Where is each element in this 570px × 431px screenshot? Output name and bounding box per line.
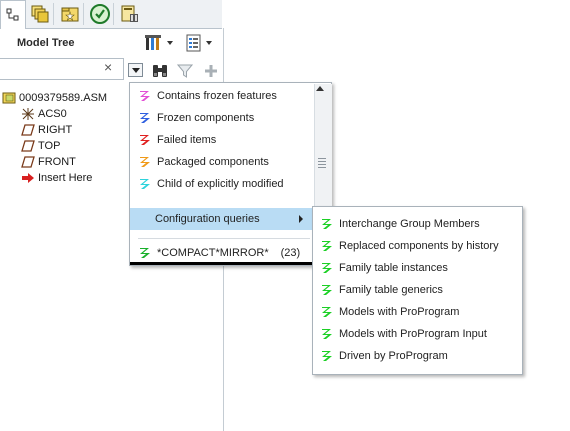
- column-list-icon: [186, 34, 200, 52]
- menu-item-label: Family table generics: [339, 284, 443, 296]
- library-icon: [121, 5, 138, 22]
- menu-item-label: Frozen components: [157, 112, 255, 124]
- binoculars-icon: [153, 65, 167, 77]
- tree-root-node[interactable]: 0009379589.ASM: [2, 90, 107, 106]
- query-filter-icon: [138, 178, 152, 190]
- tree-node-label: 0009379589.ASM: [19, 92, 108, 104]
- menu-item-label: Family table instances: [339, 262, 448, 274]
- tree-columns-button[interactable]: [183, 33, 213, 53]
- find-button[interactable]: [150, 62, 170, 80]
- tree-node-top[interactable]: TOP: [21, 138, 60, 154]
- clear-search-icon[interactable]: ×: [104, 60, 112, 74]
- menu-item-label: *COMPACT*MIRROR*: [157, 247, 269, 259]
- menu-item-label: Driven by ProProgram: [339, 350, 448, 362]
- datum-plane-icon: [21, 139, 35, 153]
- tab-model-tree[interactable]: [0, 0, 26, 29]
- submenu-item-family-table-instances[interactable]: Family table instances: [320, 257, 448, 279]
- menu-item-label: Models with ProProgram Input: [339, 328, 487, 340]
- tree-settings-button[interactable]: [143, 33, 173, 53]
- model-tree-icon: [6, 8, 19, 21]
- menu-item-label: Child of explicitly modified: [157, 178, 284, 190]
- submenu-item-family-table-generics[interactable]: Family table generics: [320, 279, 443, 301]
- menu-item-label: Failed items: [157, 134, 217, 146]
- tools-settings-icon: [144, 35, 161, 50]
- query-filter-icon: [320, 350, 334, 362]
- query-filter-icon: [320, 328, 334, 340]
- tab-favorites[interactable]: [57, 0, 84, 27]
- funnel-icon: [177, 64, 193, 78]
- tab-layers[interactable]: [27, 0, 54, 27]
- menu-item-child-of-explicitly-modified[interactable]: Child of explicitly modified: [138, 173, 284, 195]
- tree-node-label: ACS0: [38, 108, 67, 120]
- menu-item-label: Packaged components: [157, 156, 269, 168]
- menu-item-label: Replaced components by history: [339, 240, 499, 252]
- menu-separator: [138, 238, 310, 239]
- menu-item-count: (23): [280, 247, 301, 259]
- menu-item-label: Interchange Group Members: [339, 218, 480, 230]
- tab-library[interactable]: [117, 0, 143, 27]
- submenu-item-replaced-components-by-history[interactable]: Replaced components by history: [320, 235, 499, 257]
- add-button[interactable]: [202, 62, 220, 80]
- layers-icon: [31, 5, 49, 22]
- tree-node-acs0[interactable]: ACS0: [21, 106, 67, 122]
- query-filter-icon: [320, 240, 334, 252]
- menu-item-label: Contains frozen features: [157, 90, 277, 102]
- tree-node-label: TOP: [38, 140, 61, 152]
- menu-item-configuration-queries[interactable]: Configuration queries: [130, 208, 313, 230]
- query-filter-icon: [138, 90, 152, 102]
- tree-node-label: Insert Here: [38, 172, 93, 184]
- submenu-item-models-with-proprogram[interactable]: Models with ProProgram: [320, 301, 459, 323]
- datum-plane-icon: [21, 155, 35, 169]
- navigator-tab-strip: [0, 0, 222, 29]
- submenu-arrow-icon: [299, 215, 303, 223]
- tree-node-insert-here[interactable]: Insert Here: [21, 170, 92, 186]
- query-filter-icon: [320, 284, 334, 296]
- filter-dropdown-button[interactable]: [128, 63, 143, 77]
- query-filter-icon: [138, 156, 152, 168]
- tree-node-front[interactable]: FRONT: [21, 154, 76, 170]
- tab-history[interactable]: [87, 0, 114, 27]
- plus-icon: [205, 65, 217, 77]
- query-filter-icon: [320, 262, 334, 274]
- scroll-up-arrow-icon[interactable]: [316, 86, 324, 91]
- chevron-down-icon: [205, 41, 212, 45]
- menu-item-frozen-components[interactable]: Frozen components: [138, 107, 254, 129]
- tree-node-label: FRONT: [38, 156, 76, 168]
- favorites-folder-icon: [61, 7, 79, 21]
- scrollbar-grip[interactable]: [318, 158, 326, 169]
- datum-plane-icon: [21, 123, 35, 137]
- menu-item-contains-frozen-features[interactable]: Contains frozen features: [138, 85, 277, 107]
- query-filter-icon: [138, 134, 152, 146]
- panel-title: Model Tree: [17, 37, 75, 49]
- history-icon: [90, 3, 110, 24]
- triangle-down-icon: [131, 67, 140, 73]
- menu-item-failed-items[interactable]: Failed items: [138, 129, 216, 151]
- chevron-down-icon: [166, 41, 173, 45]
- submenu-item-interchange-group-members[interactable]: Interchange Group Members: [320, 213, 480, 235]
- assembly-icon: [2, 91, 16, 105]
- query-filter-icon: [138, 247, 152, 259]
- tree-node-label: RIGHT: [38, 124, 73, 136]
- menu-bottom-bar: [130, 262, 314, 265]
- insert-arrow-icon: [21, 171, 35, 185]
- query-filter-icon: [138, 112, 152, 124]
- query-filter-icon: [320, 306, 334, 318]
- menu-item-label: Models with ProProgram: [339, 306, 460, 318]
- menu-item-packaged-components[interactable]: Packaged components: [138, 151, 269, 173]
- query-filter-icon: [320, 218, 334, 230]
- menu-item-saved-query[interactable]: *COMPACT*MIRROR* (23): [138, 242, 300, 264]
- menu-item-label: Configuration queries: [155, 213, 260, 225]
- submenu-item-driven-by-proprogram[interactable]: Driven by ProProgram: [320, 345, 448, 367]
- submenu-item-models-with-proprogram-input[interactable]: Models with ProProgram Input: [320, 323, 487, 345]
- filter-button[interactable]: [176, 62, 194, 80]
- coordinate-system-icon: [21, 107, 35, 121]
- tree-node-right[interactable]: RIGHT: [21, 122, 72, 138]
